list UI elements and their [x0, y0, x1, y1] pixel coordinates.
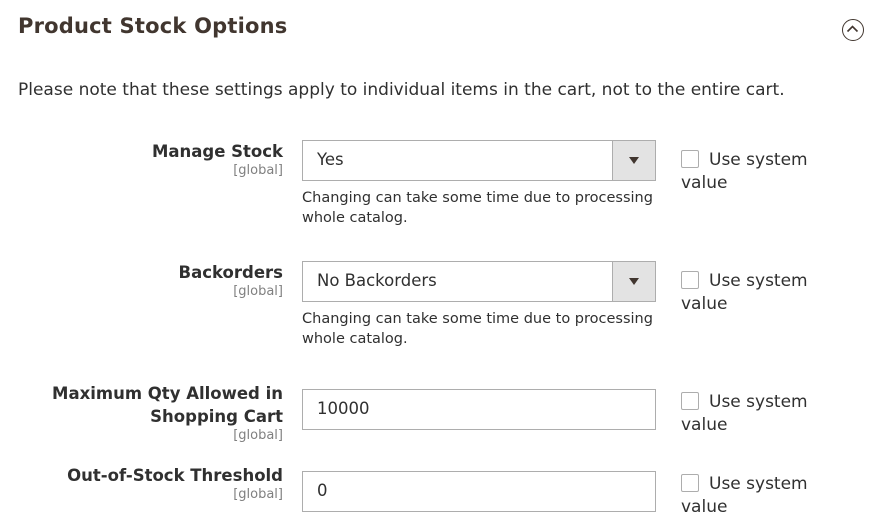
use-system-value[interactable]: Use system value [681, 391, 831, 437]
section-note: Please note that these settings apply to… [18, 80, 785, 100]
section-title: Product Stock Options [18, 14, 288, 38]
field-label-text: Maximum Qty Allowed in [52, 384, 283, 403]
dropdown-arrow-icon[interactable] [612, 141, 655, 180]
use-system-value[interactable]: Use system value [681, 270, 831, 316]
use-system-value-label: Use system value [681, 474, 808, 517]
select-value: Yes [317, 150, 344, 169]
field-label-text: Shopping Cart [150, 407, 283, 426]
chevron-up-icon [846, 25, 859, 33]
use-system-value-label: Use system value [681, 392, 808, 435]
use-system-value-checkbox[interactable] [681, 271, 699, 289]
field-hint: Changing can take some time due to proce… [302, 190, 653, 226]
use-system-value[interactable]: Use system value [681, 149, 831, 195]
field-scope: [global] [233, 284, 283, 299]
use-system-value-checkbox[interactable] [681, 392, 699, 410]
manage-stock-select[interactable]: Yes [302, 140, 656, 181]
field-label: Out-of-Stock Threshold [global] [67, 464, 283, 503]
field-label-text: Out-of-Stock Threshold [67, 466, 283, 485]
select-value: No Backorders [317, 271, 437, 290]
out-of-stock-threshold-input[interactable]: 0 [302, 471, 656, 512]
input-value: 0 [317, 481, 328, 500]
use-system-value-checkbox[interactable] [681, 474, 699, 492]
backorders-select[interactable]: No Backorders [302, 261, 656, 302]
use-system-value[interactable]: Use system value [681, 473, 831, 519]
collapse-button[interactable] [842, 19, 864, 41]
field-label: Manage Stock [global] [152, 140, 283, 179]
dropdown-arrow-icon[interactable] [612, 262, 655, 301]
field-scope: [global] [233, 487, 283, 502]
max-qty-input[interactable]: 10000 [302, 389, 656, 430]
field-hint: Changing can take some time due to proce… [302, 311, 653, 347]
field-scope: [global] [233, 163, 283, 178]
input-value: 10000 [317, 399, 370, 418]
field-scope: [global] [233, 428, 283, 443]
use-system-value-label: Use system value [681, 271, 808, 314]
field-label-text: Backorders [178, 263, 283, 282]
field-label: Backorders [global] [179, 261, 283, 300]
field-label-text: Manage Stock [151, 142, 283, 161]
use-system-value-label: Use system value [681, 150, 808, 193]
field-label: Maximum Qty Allowed in Shopping Cart [gl… [52, 382, 283, 444]
use-system-value-checkbox[interactable] [681, 150, 699, 168]
